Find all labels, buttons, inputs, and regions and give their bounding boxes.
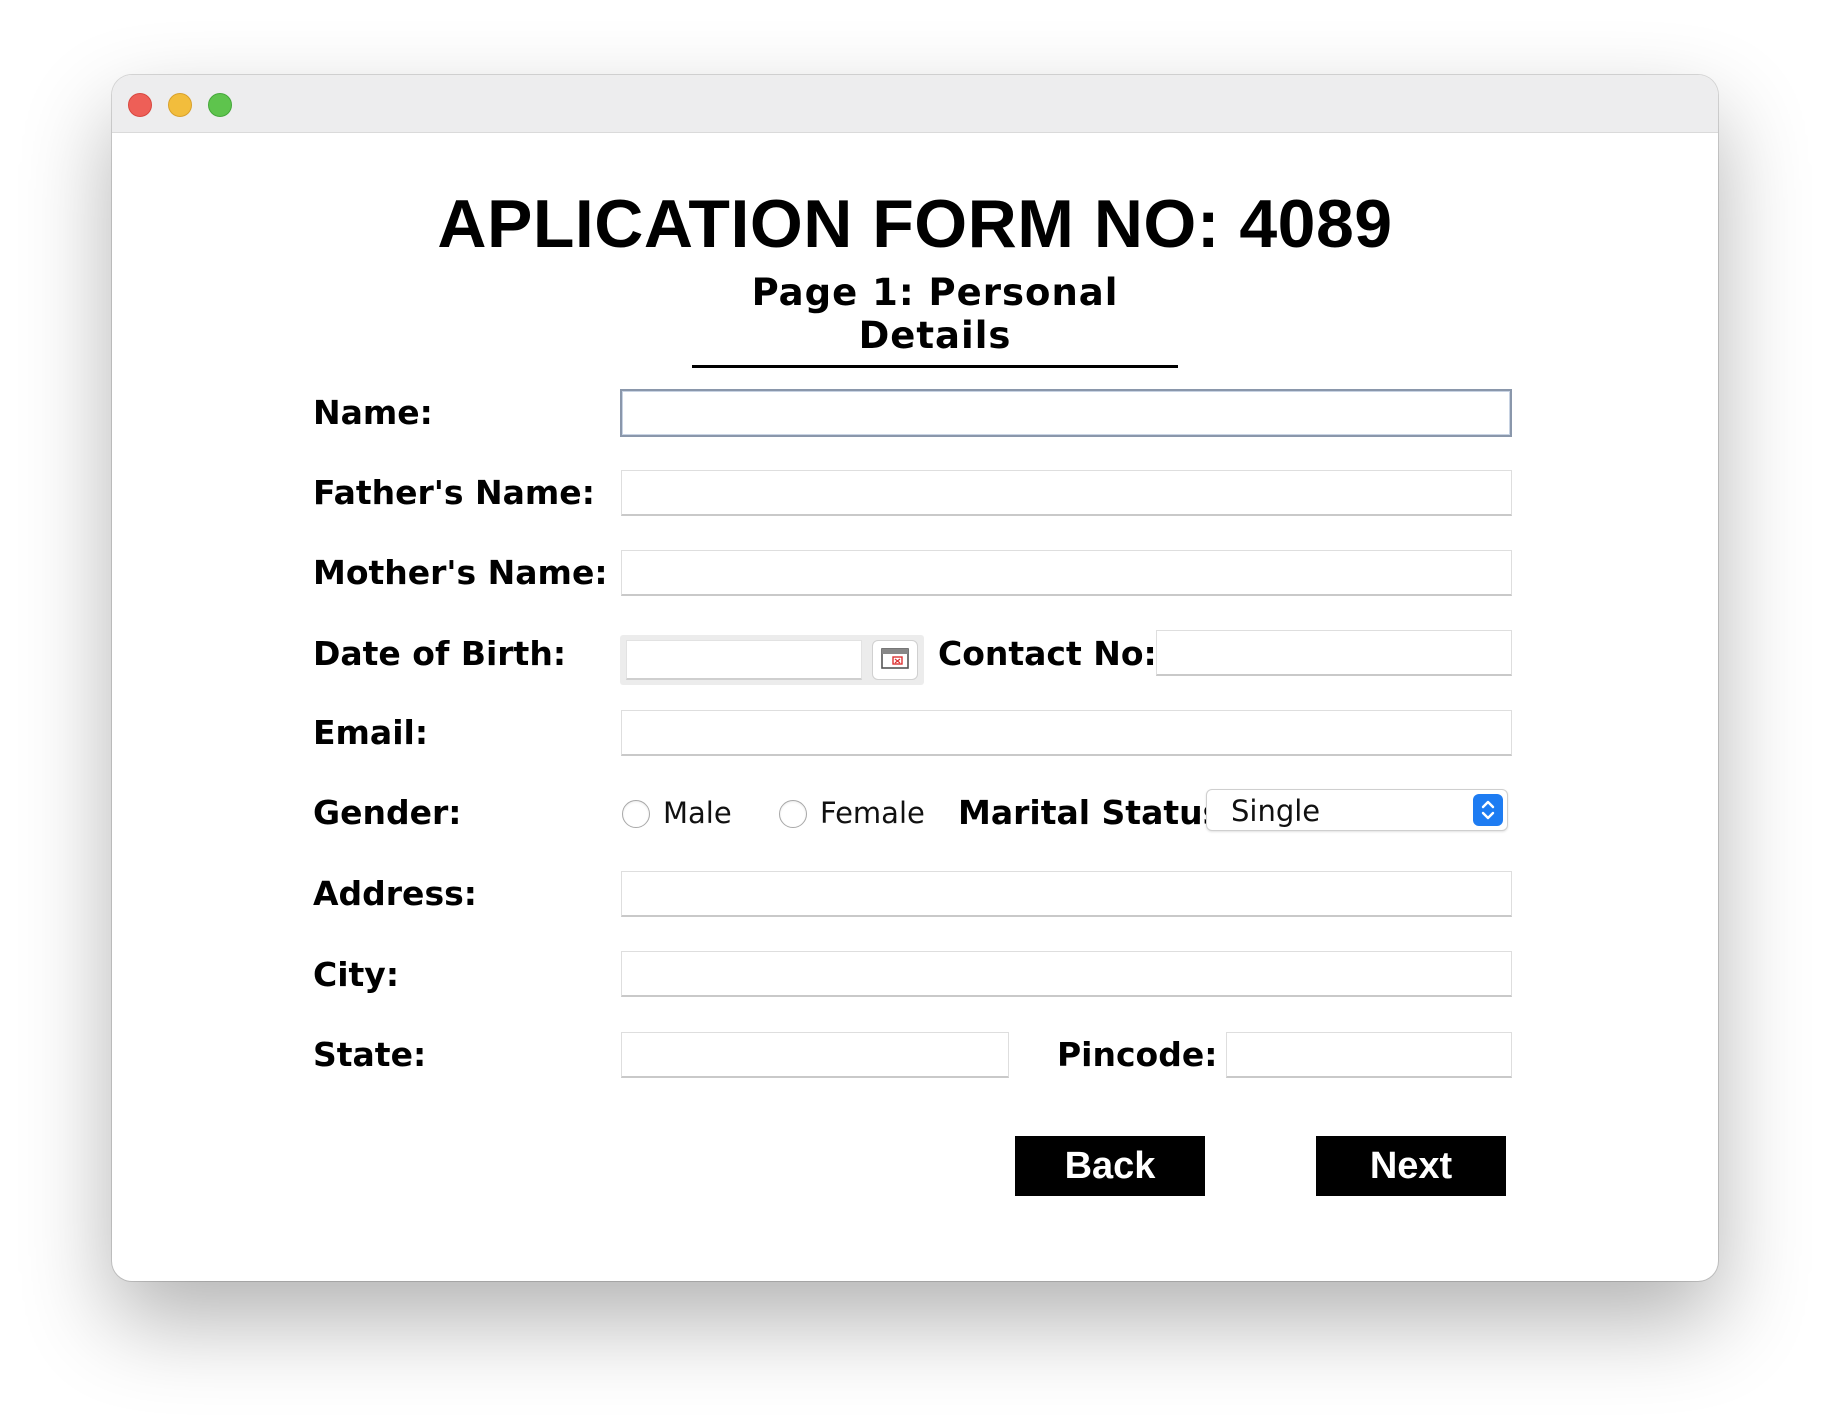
contact-field[interactable] [1156, 630, 1512, 676]
calendar-icon [881, 647, 909, 673]
title-bar [112, 75, 1718, 133]
marital-status-value: Single [1231, 794, 1321, 828]
city-label: City: [313, 955, 400, 994]
up-down-chevron-icon [1473, 794, 1503, 826]
marital-status-label: Marital Status: [958, 793, 1236, 832]
dob-label: Date of Birth: [313, 634, 567, 673]
next-button[interactable]: Next [1316, 1136, 1506, 1196]
email-field[interactable] [621, 710, 1512, 756]
gender-male-radio[interactable] [622, 800, 650, 828]
marital-status-select[interactable]: Single [1206, 789, 1508, 831]
minimize-window-button[interactable] [168, 93, 192, 117]
calendar-button[interactable] [872, 640, 918, 680]
email-label: Email: [313, 713, 429, 752]
maximize-window-button[interactable] [208, 93, 232, 117]
date-picker [620, 635, 924, 685]
dob-field[interactable] [626, 640, 862, 680]
address-label: Address: [313, 874, 477, 913]
pincode-label: Pincode: [1057, 1035, 1218, 1074]
contact-label: Contact No: [938, 634, 1157, 673]
gender-female-label[interactable]: Female [820, 796, 925, 830]
father-name-field[interactable] [621, 470, 1512, 516]
name-label: Name: [313, 393, 433, 432]
page-subtitle: Page 1: Personal Details [692, 271, 1178, 368]
gender-label: Gender: [313, 793, 462, 832]
father-name-label: Father's Name: [313, 473, 595, 512]
pincode-field[interactable] [1226, 1032, 1512, 1078]
mother-name-field[interactable] [621, 550, 1512, 596]
city-field[interactable] [621, 951, 1512, 997]
state-label: State: [313, 1035, 427, 1074]
close-window-button[interactable] [128, 93, 152, 117]
name-field[interactable] [620, 389, 1512, 437]
address-field[interactable] [621, 871, 1512, 917]
mother-name-label: Mother's Name: [313, 553, 608, 592]
form-title: APLICATION FORM NO: 4089 [437, 186, 1393, 262]
gender-male-label[interactable]: Male [663, 796, 732, 830]
state-field[interactable] [621, 1032, 1009, 1078]
gender-female-radio[interactable] [779, 800, 807, 828]
back-button[interactable]: Back [1015, 1136, 1205, 1196]
application-window: APLICATION FORM NO: 4089 Page 1: Persona… [112, 75, 1718, 1281]
